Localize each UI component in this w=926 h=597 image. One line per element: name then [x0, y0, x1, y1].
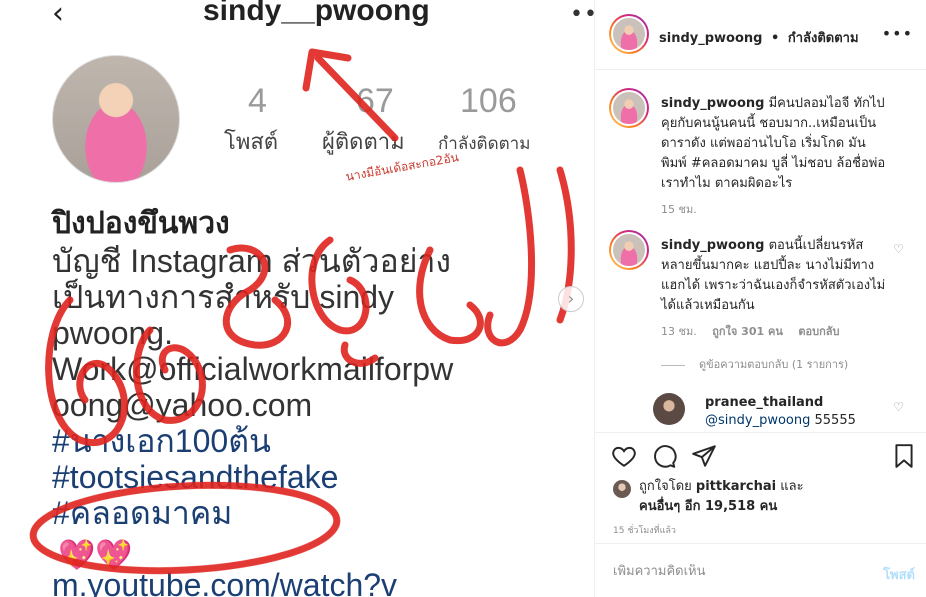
bio-hashtag: #tootsiesandthefake [52, 459, 339, 495]
caption-comment: sindy_pwoong มีคนปลอมไอจี ทักไปคุยกับคนน… [661, 94, 889, 194]
comment-input[interactable] [613, 564, 853, 579]
stat-posts-count: 4 [248, 82, 267, 120]
bio-line: Work@officialworkmailforpw [52, 351, 454, 387]
action-bar: ถูกใจโดย pittkarchai และ คนอื่นๆ อีก 19,… [595, 432, 926, 536]
hearts-emoji: 💖💖 [58, 538, 133, 573]
header-separator: • [771, 31, 780, 46]
bio-hashtag: #คลอดมาคม [52, 495, 233, 531]
stat-followers-label: ผู้ติดตาม [322, 130, 405, 155]
more-options-icon[interactable]: ••• [882, 24, 913, 43]
follow-status-button[interactable]: กำลังติดตาม [788, 31, 859, 46]
heart-icon[interactable] [611, 443, 637, 469]
view-replies-label[interactable]: ดูข้อความตอบกลับ (1 รายการ) [699, 358, 848, 371]
screenshot-handle: sindy__pwoong [203, 0, 430, 27]
like-comment-heart-icon[interactable]: ♡ [893, 400, 904, 414]
header-user: sindy_pwoong • กำลังติดตาม [659, 27, 859, 48]
screenshot-bio: บัญชี Instagram ส่วนตัวอย่าง เป็นทางการส… [52, 243, 592, 597]
comment-time[interactable]: 15 ชม. [661, 203, 697, 216]
post-header: sindy_pwoong • กำลังติดตาม ••• [595, 0, 926, 70]
back-arrow-icon: ‹ [52, 0, 64, 31]
comment-meta: 15 ชม. [661, 200, 709, 218]
liked-by-prefix: ถูกใจโดย [639, 479, 692, 494]
reply-body: 55555 [814, 413, 856, 428]
stat-followers-count: 67 [356, 82, 394, 120]
comment-likes[interactable]: ถูกใจ 301 คน [712, 325, 783, 338]
comment-meta: 13 ชม. ถูกใจ 301 คน ตอบกลับ [661, 322, 851, 340]
reply-username[interactable]: pranee_thailand [705, 394, 856, 412]
header-username[interactable]: sindy_pwoong [659, 31, 762, 46]
liked-by-and: และ [780, 479, 804, 494]
more-icon: ••• [570, 2, 594, 27]
post-image: ‹ sindy__pwoong ••• 4 67 106 โพสต์ ผู้ติ… [0, 0, 594, 597]
like-comment-heart-icon[interactable]: ♡ [893, 242, 904, 256]
comment-username[interactable]: sindy_pwoong [661, 96, 764, 111]
post-timestamp[interactable]: 15 ชั่วโมงที่แล้ว [613, 523, 676, 537]
view-replies[interactable]: ดูข้อความตอบกลับ (1 รายการ) [661, 355, 848, 373]
liked-by: ถูกใจโดย pittkarchai และ คนอื่นๆ อีก 19,… [639, 477, 909, 517]
liked-by-others[interactable]: คนอื่นๆ อีก 19,518 คน [639, 499, 777, 514]
stat-following-count: 106 [460, 82, 517, 120]
comment-time[interactable]: 13 ชม. [661, 325, 697, 338]
avatar[interactable] [609, 88, 649, 128]
screenshot-display-name: ปิงปองขึนพวง [52, 206, 230, 241]
comment-icon[interactable] [651, 443, 677, 469]
bio-line: เป็นทางการสำหรับ sindy [52, 279, 395, 315]
stat-posts-label: โพสต์ [224, 130, 279, 155]
bio-line: pwoong. [52, 315, 173, 351]
avatar[interactable] [613, 480, 631, 498]
bio-link-partial: m.youtube.com/watch?v [52, 567, 398, 597]
add-comment-bar: โพสต์ [595, 543, 926, 597]
liked-by-user[interactable]: pittkarchai [696, 479, 776, 494]
bookmark-icon[interactable] [891, 443, 917, 469]
screenshot-avatar [52, 55, 180, 183]
avatar[interactable] [609, 230, 649, 270]
post-comment-button[interactable]: โพสต์ [883, 564, 915, 585]
reply-button[interactable]: ตอบกลับ [798, 325, 839, 338]
comment: sindy_pwoong ตอนนี้เปลี่ยนรหัสหลายขึ้นมา… [661, 236, 889, 316]
avatar[interactable] [653, 393, 685, 425]
carousel-next-button[interactable]: › [558, 286, 584, 312]
share-icon[interactable] [691, 443, 717, 469]
bio-line: บัญชี Instagram ส่วนตัวอย่าง [52, 243, 452, 279]
reply-comment: pranee_thailand @sindy_pwoong 55555 [705, 394, 856, 430]
bio-hashtag: #นางเอก100ต้น [52, 423, 271, 459]
reply-mention[interactable]: @sindy_pwoong [705, 413, 810, 428]
avatar[interactable] [609, 14, 649, 54]
comments-panel: sindy_pwoong • กำลังติดตาม ••• sindy_pwo… [594, 0, 926, 597]
bio-line: oong@yahoo.com [52, 387, 313, 423]
comment-username[interactable]: sindy_pwoong [661, 238, 764, 253]
